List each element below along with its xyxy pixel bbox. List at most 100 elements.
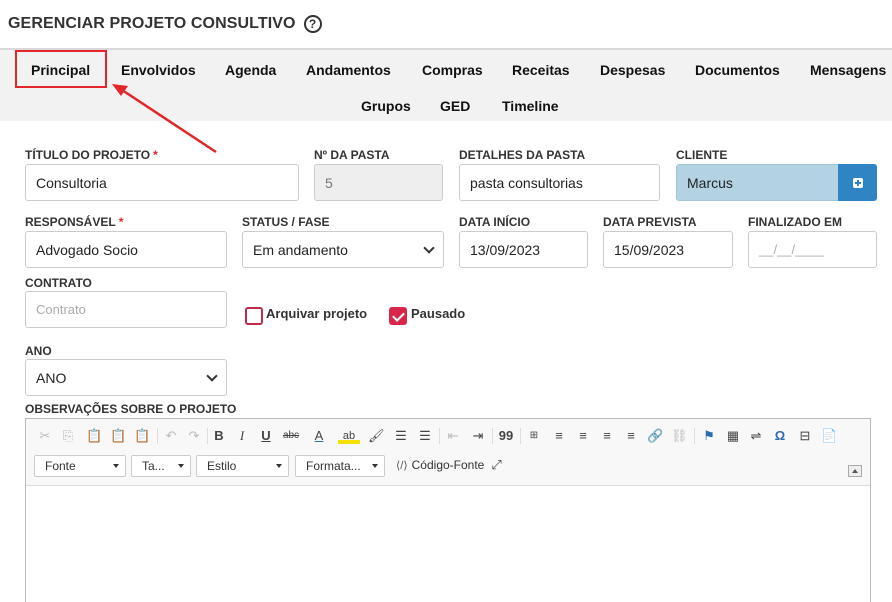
add-cliente-button[interactable] — [838, 164, 877, 201]
chevron-down-icon — [423, 241, 435, 254]
font-combo-label: Fonte — [45, 459, 76, 473]
justify-icon[interactable]: ≡ — [623, 428, 639, 444]
bulleted-list-icon[interactable]: ☰ — [417, 428, 433, 444]
pasta-input[interactable]: 5 — [314, 164, 443, 201]
caret-down-icon — [178, 464, 184, 468]
arquivar-label: Arquivar projeto — [266, 306, 368, 321]
toolbar-separator — [520, 428, 521, 444]
paste-icon[interactable]: 📋 — [86, 428, 102, 444]
data-inicio-label: DATA INÍCIO — [459, 215, 531, 229]
editor-toolbar: ✂ ⎘ 📋 📋 📋 ↶ ↷ B I U abc A ab 🖌 ☰ ☰ ⇤ ⇥ 9… — [26, 419, 870, 486]
tab-principal[interactable]: Principal — [31, 62, 90, 78]
unlink-icon[interactable]: ⛓ — [671, 428, 688, 444]
status-value: Em andamento — [253, 241, 348, 258]
table-icon[interactable]: ▦ — [725, 428, 741, 444]
caret-down-icon — [276, 464, 282, 468]
create-div-icon[interactable]: ⊞ — [526, 428, 542, 444]
toolbar-separator — [157, 428, 158, 444]
undo-icon[interactable]: ↶ — [164, 428, 178, 444]
caret-down-icon — [113, 464, 119, 468]
detalhes-input[interactable]: pasta consultorias — [459, 164, 660, 201]
tab-envolvidos[interactable]: Envolvidos — [121, 62, 196, 78]
page-break-icon[interactable]: ⊟ — [796, 428, 814, 444]
ano-label: ANO — [25, 344, 52, 358]
paste-text-icon[interactable]: 📋 — [110, 428, 126, 444]
pausado-checkbox[interactable] — [389, 307, 407, 325]
finalizado-label: FINALIZADO EM — [748, 215, 842, 229]
status-label: STATUS / FASE — [242, 215, 330, 229]
tab-documentos[interactable]: Documentos — [695, 62, 780, 78]
size-combo-label: Ta... — [142, 459, 165, 473]
italic-icon[interactable]: I — [236, 428, 248, 444]
plus-icon — [852, 177, 863, 188]
numbered-list-icon[interactable]: ☰ — [393, 428, 409, 444]
font-color-icon[interactable]: A — [308, 428, 330, 444]
indent-icon[interactable]: ⇥ — [470, 428, 486, 444]
align-right-icon[interactable]: ≡ — [599, 428, 615, 444]
format-combo-label: Formata... — [306, 459, 361, 473]
observacoes-editor[interactable]: ✂ ⎘ 📋 📋 📋 ↶ ↷ B I U abc A ab 🖌 ☰ ☰ ⇤ ⇥ 9… — [25, 418, 871, 602]
contrato-label: CONTRATO — [25, 276, 92, 290]
pausado-label: Pausado — [411, 306, 466, 321]
preview-icon[interactable]: 📄 — [821, 428, 837, 444]
tab-timeline[interactable]: Timeline — [502, 98, 559, 114]
ano-select[interactable]: ANO — [25, 359, 227, 396]
tab-andamentos[interactable]: Andamentos — [306, 62, 391, 78]
page-header: GERENCIAR PROJETO CONSULTIVO ? — [8, 12, 322, 36]
align-center-icon[interactable]: ≡ — [575, 428, 591, 444]
ano-value: ANO — [36, 369, 67, 386]
style-combo[interactable]: Estilo — [196, 455, 289, 477]
arquivar-checkbox[interactable] — [245, 307, 263, 325]
find-replace-icon[interactable]: ⇌ — [748, 428, 764, 444]
responsavel-input[interactable]: Advogado Socio — [25, 231, 227, 268]
data-prevista-input[interactable]: 15/09/2023 — [603, 231, 733, 268]
cliente-label: CLIENTE — [676, 148, 728, 162]
underline-icon[interactable]: U — [260, 428, 272, 444]
help-icon[interactable]: ? — [303, 15, 322, 33]
finalizado-input[interactable]: __/__/____ — [748, 231, 877, 268]
chevron-down-icon — [206, 369, 218, 382]
link-icon[interactable]: 🔗 — [647, 428, 663, 444]
format-painter-icon[interactable]: 🖌 — [368, 428, 385, 444]
pasta-label: Nº DA PASTA — [314, 148, 390, 162]
status-select[interactable]: Em andamento — [242, 231, 444, 268]
cliente-input[interactable]: Marcus — [676, 164, 839, 201]
tab-ged[interactable]: GED — [440, 98, 470, 114]
strikethrough-icon[interactable]: abc — [282, 428, 300, 444]
collapse-toolbar-button[interactable] — [848, 465, 862, 477]
style-combo-label: Estilo — [207, 459, 237, 473]
data-prevista-label: DATA PREVISTA — [603, 215, 697, 229]
toolbar-separator — [439, 428, 440, 444]
bold-icon[interactable]: B — [213, 428, 225, 444]
outdent-icon[interactable]: ⇤ — [445, 428, 461, 444]
tab-agenda[interactable]: Agenda — [225, 62, 276, 78]
align-left-icon[interactable]: ≡ — [551, 428, 567, 444]
toolbar-separator — [492, 428, 493, 444]
format-combo[interactable]: Formata... — [295, 455, 385, 477]
source-code-button[interactable]: ⟨/⟩ Código-Fonte ⤢ — [396, 457, 502, 473]
tab-receitas[interactable]: Receitas — [512, 62, 570, 78]
background-color-icon[interactable]: ab — [338, 428, 360, 444]
tab-mensagens[interactable]: Mensagens — [810, 62, 886, 78]
cut-icon[interactable]: ✂ — [38, 428, 52, 444]
tabs-bar: Principal Envolvidos Agenda Andamentos C… — [0, 48, 892, 121]
maximize-icon[interactable]: ⤢ — [491, 457, 501, 473]
data-inicio-input[interactable]: 13/09/2023 — [459, 231, 588, 268]
copy-icon[interactable]: ⎘ — [61, 428, 75, 444]
contrato-input[interactable]: Contrato — [25, 291, 227, 328]
tab-grupos[interactable]: Grupos — [361, 98, 411, 114]
redo-icon[interactable]: ↷ — [187, 428, 201, 444]
paste-word-icon[interactable]: 📋 — [134, 428, 150, 444]
toolbar-separator — [694, 428, 695, 444]
font-combo[interactable]: Fonte — [34, 455, 126, 477]
size-combo[interactable]: Ta... — [131, 455, 191, 477]
titulo-label: TÍTULO DO PROJETO * — [25, 148, 158, 162]
source-code-label: Código-Fonte — [411, 458, 485, 472]
tab-compras[interactable]: Compras — [422, 62, 483, 78]
blockquote-icon[interactable]: 99 — [498, 428, 514, 444]
tab-despesas[interactable]: Despesas — [600, 62, 665, 78]
observacoes-label: OBSERVAÇÕES SOBRE O PROJETO — [25, 402, 237, 416]
titulo-input[interactable]: Consultoria — [25, 164, 299, 201]
anchor-flag-icon[interactable]: ⚑ — [701, 428, 717, 444]
special-char-icon[interactable]: Ω — [772, 428, 788, 444]
